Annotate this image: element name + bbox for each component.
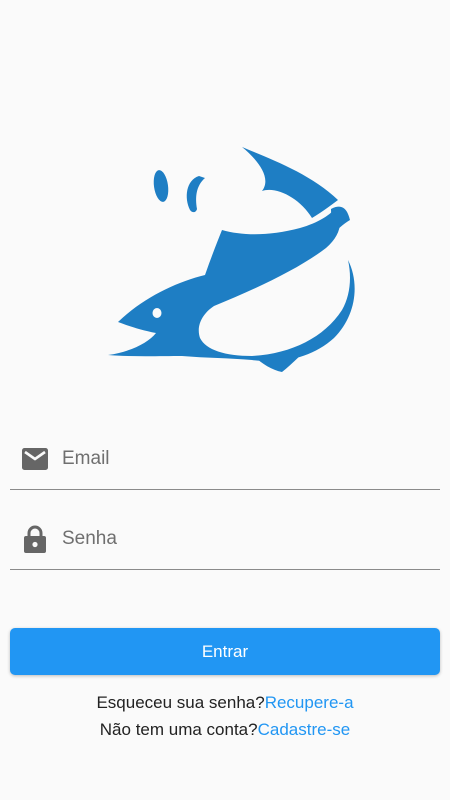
signup-prompt-text: Não tem uma conta?	[99, 720, 258, 739]
login-button[interactable]: Entrar	[10, 628, 440, 675]
recover-password-link[interactable]: Recupere-a	[265, 693, 354, 712]
password-input[interactable]	[60, 520, 434, 558]
signup-link[interactable]: Cadastre-se	[258, 720, 351, 739]
email-field[interactable]	[10, 432, 440, 490]
signup-line: Não tem uma conta?Cadastre-se	[0, 720, 450, 740]
mail-icon	[22, 446, 48, 472]
app-logo	[100, 140, 360, 380]
lock-icon	[22, 525, 48, 553]
fish-icon	[108, 147, 355, 372]
email-input[interactable]	[60, 440, 434, 478]
forgot-password-line: Esqueceu sua senha?Recupere-a	[0, 693, 450, 713]
password-field[interactable]	[10, 512, 440, 570]
forgot-password-text: Esqueceu sua senha?	[96, 693, 265, 712]
